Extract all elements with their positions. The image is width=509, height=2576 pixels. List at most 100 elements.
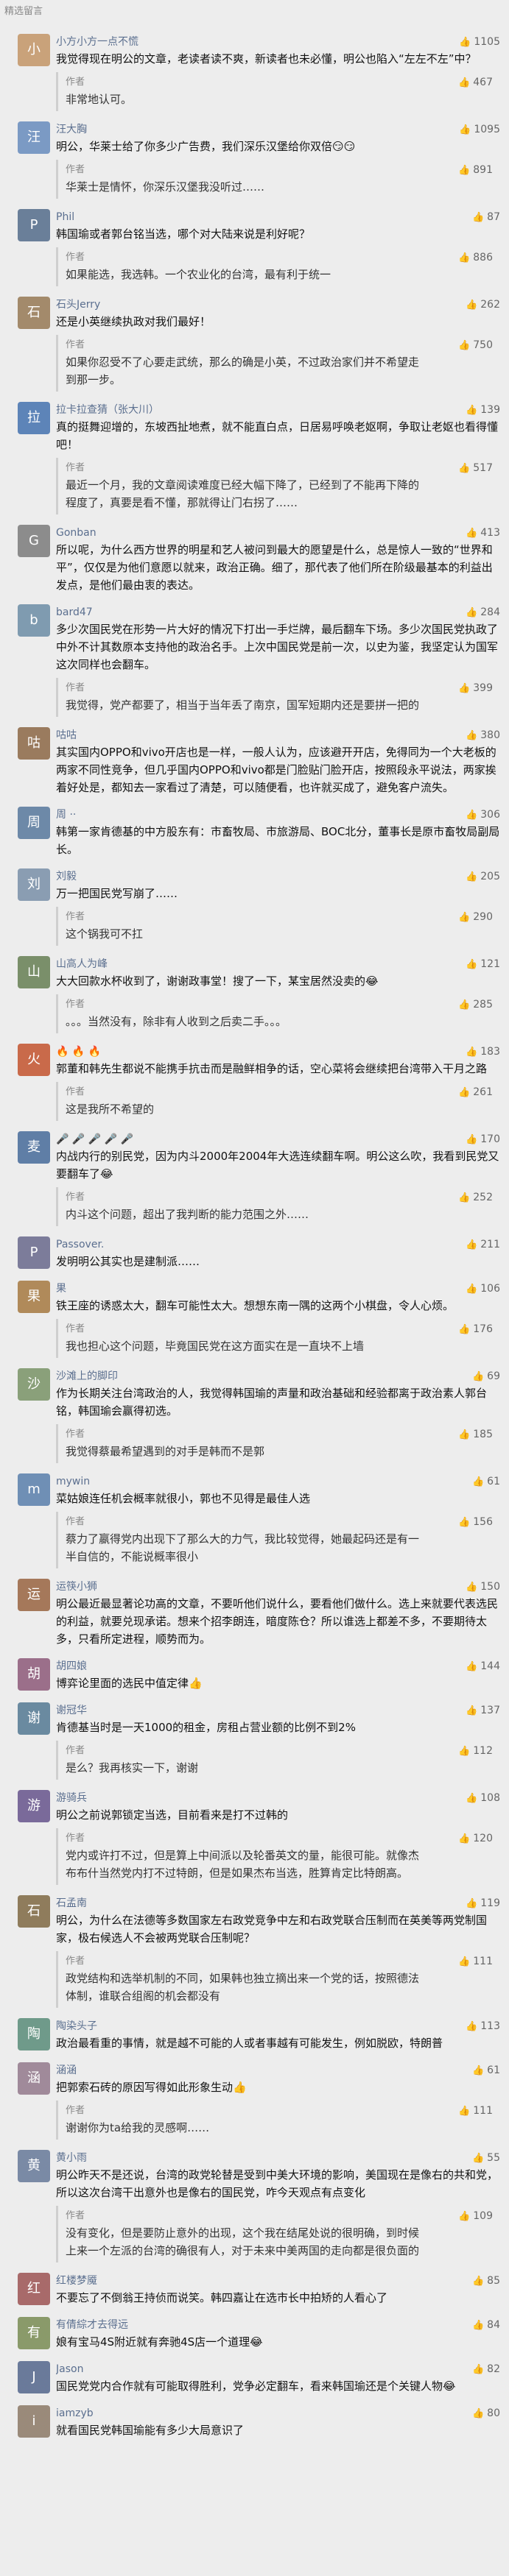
like-button[interactable]: 👍 380 (466, 727, 500, 743)
like-button[interactable]: 👍 1095 (459, 121, 500, 138)
avatar[interactable]: 果 (18, 1281, 50, 1313)
like-button[interactable]: 👍 1105 (459, 34, 500, 50)
like-button[interactable]: 👍 183 (466, 1044, 500, 1060)
reply-like-button[interactable]: 👍 252 (458, 1189, 493, 1206)
like-button[interactable]: 👍 69 (472, 1368, 500, 1384)
reply-like-button[interactable]: 👍 467 (458, 74, 493, 91)
comment-username[interactable]: 游骑兵 (56, 1790, 502, 1806)
comment-username[interactable]: Gonban (56, 525, 502, 541)
reply-like-button[interactable]: 👍 112 (458, 1743, 493, 1759)
avatar[interactable]: 涵 (18, 2062, 50, 2095)
reply-like-button[interactable]: 👍 399 (458, 680, 493, 696)
like-button[interactable]: 👍 144 (466, 1658, 500, 1674)
avatar[interactable]: 胡 (18, 1658, 50, 1691)
comment-username[interactable]: 石孟南 (56, 1895, 502, 1911)
comment-username[interactable]: 沙滩上的脚印 (56, 1368, 502, 1384)
reply-like-button[interactable]: 👍 120 (458, 1830, 493, 1847)
comment-username[interactable]: 山高人为峰 (56, 956, 502, 972)
like-button[interactable]: 👍 85 (472, 2273, 500, 2289)
comment-username[interactable]: 有倩綜才去得远 (56, 2317, 502, 2333)
avatar[interactable]: 山 (18, 956, 50, 988)
avatar[interactable]: 小 (18, 34, 50, 66)
avatar[interactable]: i (18, 2405, 50, 2438)
comment-username[interactable]: 石头Jerry (56, 297, 502, 313)
reply-like-button[interactable]: 👍 517 (458, 460, 493, 476)
like-button[interactable]: 👍 170 (466, 1131, 500, 1147)
comment-username[interactable]: iamzyb (56, 2405, 502, 2421)
comment-username[interactable]: Jason (56, 2361, 502, 2377)
like-button[interactable]: 👍 139 (466, 402, 500, 418)
comment-username[interactable]: 🔥 🔥 🔥 (56, 1044, 502, 1060)
avatar[interactable]: 麦 (18, 1131, 50, 1164)
like-button[interactable]: 👍 119 (466, 1895, 500, 1911)
avatar[interactable]: G (18, 525, 50, 557)
comment-username[interactable]: Phil (56, 209, 502, 225)
comment-username[interactable]: 谢冠华 (56, 1702, 502, 1719)
avatar[interactable]: J (18, 2361, 50, 2393)
like-button[interactable]: 👍 121 (466, 956, 500, 972)
like-button[interactable]: 👍 106 (466, 1281, 500, 1297)
reply-like-button[interactable]: 👍 290 (458, 909, 493, 925)
reply-like-button[interactable]: 👍 891 (458, 162, 493, 178)
avatar[interactable]: 游 (18, 1790, 50, 1822)
like-button[interactable]: 👍 84 (472, 2317, 500, 2333)
comment-username[interactable]: 胡四娘 (56, 1658, 502, 1674)
like-button[interactable]: 👍 137 (466, 1702, 500, 1719)
avatar[interactable]: 石 (18, 1895, 50, 1928)
avatar[interactable]: 运 (18, 1579, 50, 1611)
avatar[interactable]: 有 (18, 2317, 50, 2349)
comment-username[interactable]: 果 (56, 1281, 502, 1297)
reply-like-button[interactable]: 👍 285 (458, 997, 493, 1013)
avatar[interactable]: P (18, 1236, 50, 1269)
comment-username[interactable]: 拉卡拉查猜（张大川） (56, 402, 502, 418)
like-button[interactable]: 👍 82 (472, 2361, 500, 2377)
like-button[interactable]: 👍 284 (466, 604, 500, 620)
comment-username[interactable]: 涵涵 (56, 2062, 502, 2078)
reply-like-button[interactable]: 👍 109 (458, 2208, 493, 2224)
comment-username[interactable]: 陶染头子 (56, 2018, 502, 2034)
reply-like-button[interactable]: 👍 176 (458, 1321, 493, 1337)
like-button[interactable]: 👍 61 (472, 1473, 500, 1490)
like-button[interactable]: 👍 87 (472, 209, 500, 225)
avatar[interactable]: 黄 (18, 2150, 50, 2182)
reply-like-button[interactable]: 👍 156 (458, 1514, 493, 1530)
like-button[interactable]: 👍 205 (466, 868, 500, 885)
avatar[interactable]: 刘 (18, 868, 50, 901)
like-button[interactable]: 👍 113 (466, 2018, 500, 2034)
avatar[interactable]: 沙 (18, 1368, 50, 1401)
reply-like-button[interactable]: 👍 185 (458, 1426, 493, 1443)
comment-username[interactable]: mywin (56, 1473, 502, 1490)
comment-username[interactable]: 运筷小狮 (56, 1579, 502, 1595)
avatar[interactable]: 咕 (18, 727, 50, 760)
comment-username[interactable]: 红楼梦魇 (56, 2273, 502, 2289)
avatar[interactable]: 汪 (18, 121, 50, 154)
avatar[interactable]: 周 (18, 807, 50, 839)
comment-username[interactable]: 刘毅 (56, 868, 502, 885)
avatar[interactable]: b (18, 604, 50, 637)
like-button[interactable]: 👍 150 (466, 1579, 500, 1595)
comment-username[interactable]: bard47 (56, 604, 502, 620)
avatar[interactable]: 拉 (18, 402, 50, 434)
like-button[interactable]: 👍 108 (466, 1790, 500, 1806)
avatar[interactable]: m (18, 1473, 50, 1506)
comment-username[interactable]: 汪大胸 (56, 121, 502, 138)
avatar[interactable]: 石 (18, 297, 50, 329)
comment-username[interactable]: 黄小雨 (56, 2150, 502, 2166)
avatar[interactable]: 陶 (18, 2018, 50, 2050)
like-button[interactable]: 👍 413 (466, 525, 500, 541)
reply-like-button[interactable]: 👍 886 (458, 250, 493, 266)
like-button[interactable]: 👍 262 (466, 297, 500, 313)
reply-like-button[interactable]: 👍 111 (458, 2103, 493, 2119)
avatar[interactable]: 红 (18, 2273, 50, 2305)
reply-like-button[interactable]: 👍 111 (458, 1953, 493, 1970)
reply-like-button[interactable]: 👍 750 (458, 337, 493, 353)
like-button[interactable]: 👍 306 (466, 807, 500, 823)
reply-like-button[interactable]: 👍 261 (458, 1084, 493, 1100)
comment-username[interactable]: 小方小方一点不慌 (56, 34, 502, 50)
like-button[interactable]: 👍 211 (466, 1236, 500, 1253)
comment-username[interactable]: 🎤 🎤 🎤 🎤 🎤 (56, 1131, 502, 1147)
comment-username[interactable]: Passover. (56, 1236, 502, 1253)
avatar[interactable]: P (18, 209, 50, 241)
avatar[interactable]: 谢 (18, 1702, 50, 1735)
like-button[interactable]: 👍 61 (472, 2062, 500, 2078)
